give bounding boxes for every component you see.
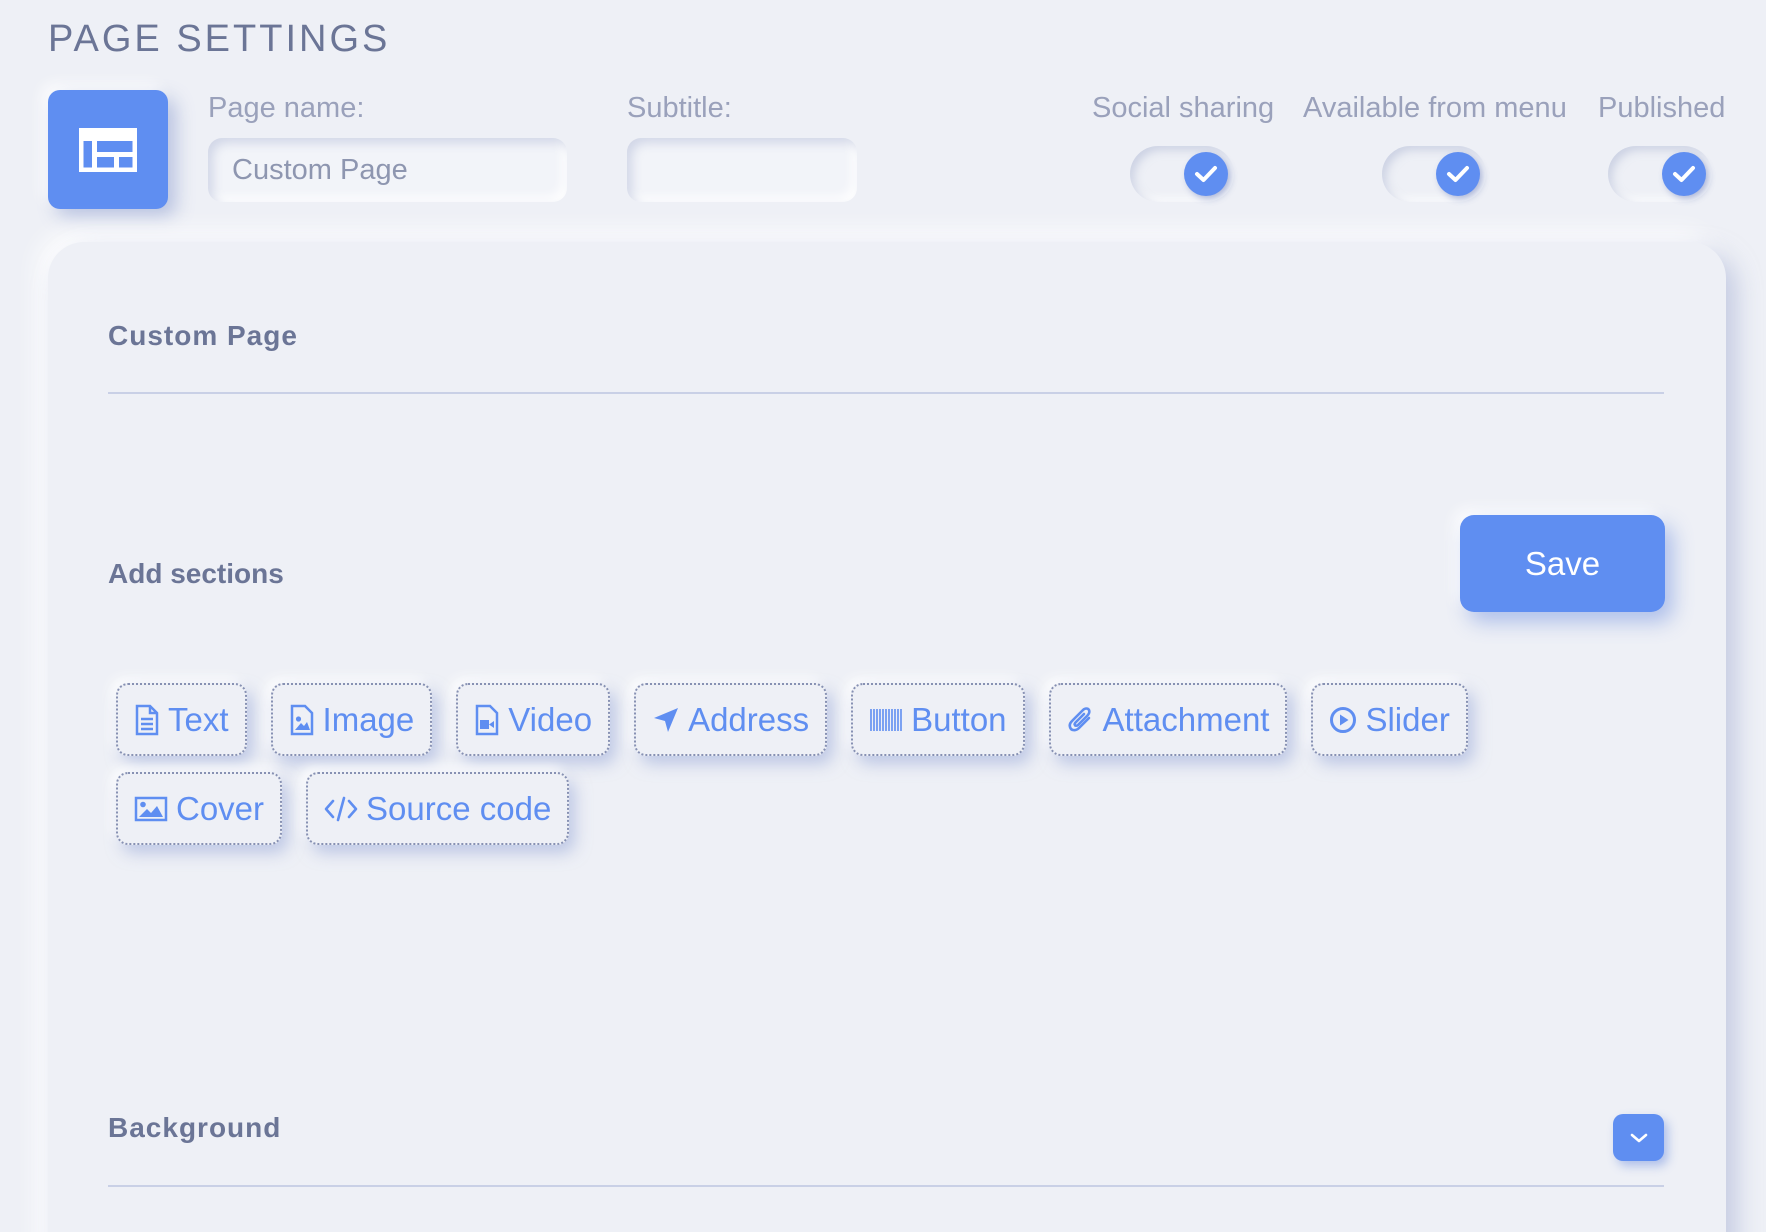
file-video-icon [476, 704, 499, 735]
checkmark-icon [1662, 152, 1706, 196]
published-label: Published [1598, 92, 1726, 124]
add-sections-heading: Add sections [108, 558, 284, 589]
section-label: Cover [176, 789, 265, 827]
location-arrow-icon [654, 707, 679, 732]
add-attachment-section-button[interactable]: Attachment [1048, 683, 1288, 756]
checkmark-icon [1436, 152, 1480, 196]
add-text-section-button[interactable]: Text [116, 683, 247, 756]
paperclip-icon [1068, 706, 1091, 731]
save-button[interactable]: Save [1460, 515, 1665, 612]
page-settings-screen: PAGE SETTINGS Page name: Subtitle: Socia… [0, 0, 1766, 1232]
section-buttons-row: Text Image Video Address Button Attachme… [116, 683, 1468, 756]
section-label: Button [911, 700, 1007, 738]
divider [108, 392, 1664, 394]
social-sharing-label: Social sharing [1092, 92, 1275, 124]
page-title: PAGE SETTINGS [48, 18, 391, 60]
section-label: Image [322, 700, 415, 738]
add-address-section-button[interactable]: Address [634, 683, 828, 756]
section-label: Attachment [1102, 700, 1270, 738]
play-circle-icon [1330, 706, 1357, 733]
image-icon [134, 796, 168, 821]
background-heading: Background [108, 1112, 282, 1143]
layout-icon [48, 90, 168, 209]
section-label: Source code [366, 789, 552, 827]
add-button-section-button[interactable]: Button [851, 683, 1025, 756]
file-text-icon [135, 704, 159, 735]
barcode-icon [870, 708, 902, 731]
subtitle-label: Subtitle: [627, 92, 732, 124]
page-heading: Custom Page [108, 320, 298, 351]
page-name-input[interactable] [208, 138, 567, 202]
checkmark-icon [1184, 152, 1228, 196]
published-toggle[interactable] [1608, 146, 1712, 202]
available-from-menu-label: Available from menu [1303, 92, 1567, 124]
code-icon [324, 796, 358, 821]
add-video-section-button[interactable]: Video [456, 683, 611, 756]
subtitle-input[interactable] [627, 138, 857, 202]
divider [108, 1185, 1664, 1187]
add-cover-section-button[interactable]: Cover [116, 772, 283, 845]
section-buttons-row: Cover Source code [116, 772, 570, 845]
section-label: Address [688, 700, 810, 738]
add-slider-section-button[interactable]: Slider [1311, 683, 1468, 756]
available-from-menu-toggle[interactable] [1382, 146, 1486, 202]
section-label: Slider [1365, 700, 1450, 738]
section-label: Video [508, 700, 593, 738]
add-image-section-button[interactable]: Image [270, 683, 433, 756]
background-expand-button[interactable] [1613, 1114, 1664, 1161]
chevron-down-icon [1630, 1133, 1647, 1142]
file-image-icon [290, 704, 313, 735]
social-sharing-toggle[interactable] [1130, 146, 1234, 202]
add-source-code-section-button[interactable]: Source code [306, 772, 570, 845]
page-name-label: Page name: [208, 92, 365, 124]
section-label: Text [168, 700, 229, 738]
